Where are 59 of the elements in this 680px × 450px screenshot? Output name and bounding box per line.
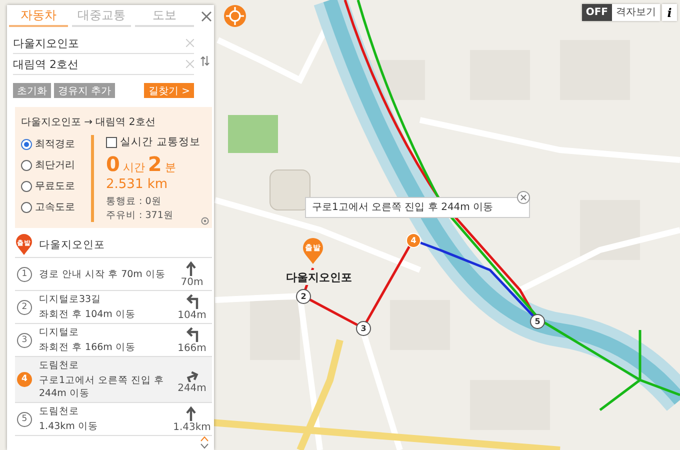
swap-icon[interactable]: [200, 55, 210, 67]
step-row[interactable]: 4 도림천로 구로1고에서 오른쪽 진입 후 244m 이동 244m: [15, 357, 212, 403]
step-distance: 166m: [178, 343, 206, 354]
realtime-traffic-label[interactable]: 실시간 교통정보: [120, 135, 200, 149]
step-detail: 좌회전 후 104m 이동: [39, 308, 136, 321]
close-icon[interactable]: [201, 11, 212, 22]
step-distance: 104m: [178, 310, 206, 321]
grid-view-label: 격자보기: [612, 4, 660, 21]
step-distance: 244m: [178, 382, 206, 394]
hours-value: 0: [106, 152, 120, 176]
crosshair-icon[interactable]: [223, 4, 247, 28]
origin-field[interactable]: 다울지오인포: [13, 33, 194, 54]
distance-text: 2.531 km: [106, 177, 169, 192]
step-title: 경로 안내 시작 후 70m 이동: [39, 268, 166, 280]
hours-unit: 시간: [122, 160, 145, 175]
radio-button[interactable]: [21, 160, 32, 170]
step-number: 3: [17, 332, 32, 348]
scroll-arrows-icon[interactable]: [200, 436, 209, 449]
route-title: 다울지오인포 → 대림역 2호선: [21, 116, 156, 129]
turn-arrow-icon: [185, 326, 199, 342]
radio-button[interactable]: [21, 180, 32, 192]
step-number: 4: [17, 372, 32, 387]
turn-arrow-icon: [185, 293, 199, 309]
step-row[interactable]: 2 디지털로33길 좌회전 후 104m 이동 104m: [15, 291, 212, 324]
step-detail: 구로1고에서 오른쪽 진입 후 244m 이동: [39, 374, 166, 400]
step-number: 2: [17, 300, 32, 314]
option-label[interactable]: 최적경로: [35, 137, 75, 151]
info-button[interactable]: i: [662, 4, 677, 21]
toll-text: 통행료 : 0원: [106, 195, 162, 208]
step-number: 1: [17, 266, 32, 282]
place-label: 다울지오인포: [284, 270, 354, 285]
toggle-state: OFF: [582, 4, 612, 21]
step-detail: 1.43km 이동: [39, 420, 99, 433]
grid-toggle[interactable]: OFF 격자보기: [582, 4, 660, 21]
turn-arrow-icon: [185, 405, 199, 421]
minutes-unit: 분: [164, 160, 176, 175]
minutes-value: 2: [148, 152, 162, 176]
destination-field[interactable]: 대림역 2호선: [13, 54, 194, 75]
step-title: 디지털로33길: [39, 293, 102, 306]
step-title: 디지털로: [39, 326, 80, 339]
option-label[interactable]: 최단거리: [35, 158, 75, 172]
radio-button[interactable]: [21, 202, 32, 212]
step-title: 도림천로: [39, 359, 80, 372]
step-distance: 70m: [180, 277, 204, 288]
settings-icon[interactable]: [201, 217, 209, 225]
turn-arrow-icon: [185, 260, 199, 276]
step-number: 5: [17, 412, 32, 426]
step-title: 도림천로: [39, 405, 80, 418]
start-name: 다울지오인포: [39, 238, 105, 252]
radio-button[interactable]: [21, 138, 32, 150]
step-row[interactable]: 1 경로 안내 시작 후 70m 이동 70m: [15, 258, 212, 291]
checkbox[interactable]: [106, 136, 117, 148]
option-label[interactable]: 고속도로: [35, 200, 75, 214]
step-detail: 좌회전 후 166m 이동: [39, 341, 136, 354]
step-distance: 1.43km: [173, 422, 211, 433]
option-label[interactable]: 무료도로: [35, 179, 75, 193]
route-tooltip: 구로1고에서 오른쪽 진입 후 244m 이동: [305, 197, 530, 218]
step-row[interactable]: 5 도림천로 1.43km 이동 1.43km: [15, 403, 212, 436]
fuel-cost-text: 주유비 : 371원: [106, 209, 174, 222]
